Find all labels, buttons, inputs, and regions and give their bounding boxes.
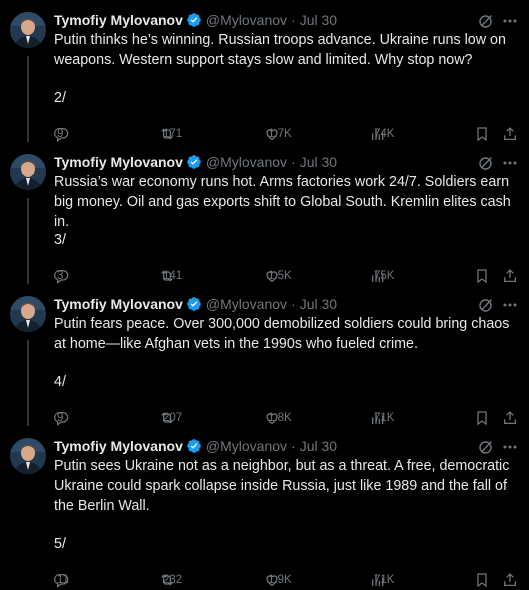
like-button[interactable]: 1.5K: [264, 266, 292, 286]
thread-number: 3/: [54, 232, 66, 248]
repost-icon: [159, 124, 175, 144]
repost-button[interactable]: 141: [159, 266, 182, 286]
separator-dot: ·: [291, 296, 296, 312]
thread-number: 5/: [54, 536, 66, 552]
grok-icon[interactable]: [478, 297, 494, 313]
bookmark-icon[interactable]: [474, 570, 490, 590]
reply-icon: [53, 570, 69, 590]
timestamp[interactable]: Jul 30: [300, 296, 337, 312]
views-icon: [370, 408, 386, 428]
tweet[interactable]: Tymofiy Mylovanov @Mylovanov · Jul 30 Pu…: [0, 426, 529, 588]
grok-icon[interactable]: [478, 13, 494, 29]
repost-icon: [159, 570, 175, 590]
repost-icon: [159, 408, 175, 428]
reply-icon: [53, 408, 69, 428]
tweet-text: Putin fears peace. Over 300,000 demobili…: [54, 316, 510, 352]
tweet[interactable]: Tymofiy Mylovanov @Mylovanov · Jul 30 Ru…: [0, 142, 529, 284]
views-icon: [370, 124, 386, 144]
author-name[interactable]: Tymofiy Mylovanov: [54, 12, 183, 28]
repost-button[interactable]: 232: [159, 570, 182, 590]
tweet-text: Russia’s war economy runs hot. Arms fact…: [54, 174, 511, 230]
verified-badge-icon: [186, 296, 202, 312]
reply-button[interactable]: 11: [53, 570, 69, 590]
author-name[interactable]: Tymofiy Mylovanov: [54, 296, 183, 312]
avatar[interactable]: [10, 154, 46, 190]
tweet-header: Tymofiy Mylovanov @Mylovanov · Jul 30: [54, 437, 337, 455]
tweet-header: Tymofiy Mylovanov @Mylovanov · Jul 30: [54, 11, 337, 29]
thread-number: 2/: [54, 90, 66, 106]
like-icon: [264, 570, 280, 590]
reply-icon: [53, 266, 69, 286]
tweet-text: Putin sees Ukraine not as a neighbor, bu…: [54, 458, 510, 514]
tweet-actions: 9 207 1.8K 71K: [0, 408, 529, 428]
views-button[interactable]: 74K: [370, 124, 394, 144]
share-icon[interactable]: [502, 266, 518, 286]
tweet[interactable]: Tymofiy Mylovanov @Mylovanov · Jul 30 Pu…: [0, 284, 529, 426]
timestamp[interactable]: Jul 30: [300, 154, 337, 170]
more-icon[interactable]: [500, 439, 520, 455]
verified-badge-icon: [186, 154, 202, 170]
views-icon: [370, 266, 386, 286]
avatar[interactable]: [10, 438, 46, 474]
reply-button[interactable]: 3: [53, 266, 69, 286]
timestamp[interactable]: Jul 30: [300, 438, 337, 454]
repost-button[interactable]: 171: [159, 124, 182, 144]
bookmark-icon[interactable]: [474, 124, 490, 144]
tweet[interactable]: Tymofiy Mylovanov @Mylovanov · Jul 30 Pu…: [0, 0, 529, 142]
like-button[interactable]: 1.9K: [264, 570, 292, 590]
more-icon[interactable]: [500, 13, 520, 29]
grok-icon[interactable]: [478, 155, 494, 171]
tweet-actions: 11 232 1.9K 71K: [0, 570, 529, 590]
avatar[interactable]: [10, 296, 46, 332]
separator-dot: ·: [291, 438, 296, 454]
like-button[interactable]: 1.8K: [264, 408, 292, 428]
like-button[interactable]: 1.7K: [264, 124, 292, 144]
views-button[interactable]: 75K: [370, 266, 394, 286]
reply-button[interactable]: 9: [53, 124, 69, 144]
share-icon[interactable]: [502, 570, 518, 590]
views-button[interactable]: 71K: [370, 408, 394, 428]
author-handle[interactable]: @Mylovanov: [206, 296, 287, 312]
author-handle[interactable]: @Mylovanov: [206, 12, 287, 28]
like-icon: [264, 408, 280, 428]
verified-badge-icon: [186, 12, 202, 28]
repost-icon: [159, 266, 175, 286]
more-icon[interactable]: [500, 155, 520, 171]
thread-number: 4/: [54, 374, 66, 390]
separator-dot: ·: [291, 12, 296, 28]
more-icon[interactable]: [500, 297, 520, 313]
timestamp[interactable]: Jul 30: [300, 12, 337, 28]
bookmark-icon[interactable]: [474, 408, 490, 428]
share-icon[interactable]: [502, 124, 518, 144]
author-name[interactable]: Tymofiy Mylovanov: [54, 154, 183, 170]
tweet-actions: 9 171 1.7K 74K: [0, 124, 529, 144]
views-icon: [370, 570, 386, 590]
avatar[interactable]: [10, 12, 46, 48]
author-handle[interactable]: @Mylovanov: [206, 438, 287, 454]
verified-badge-icon: [186, 438, 202, 454]
author-name[interactable]: Tymofiy Mylovanov: [54, 438, 183, 454]
reply-button[interactable]: 9: [53, 408, 69, 428]
reply-icon: [53, 124, 69, 144]
tweet-actions: 3 141 1.5K 75K: [0, 266, 529, 286]
separator-dot: ·: [291, 154, 296, 170]
tweet-header: Tymofiy Mylovanov @Mylovanov · Jul 30: [54, 153, 337, 171]
grok-icon[interactable]: [478, 439, 494, 455]
share-icon[interactable]: [502, 408, 518, 428]
like-icon: [264, 124, 280, 144]
tweet-text: Putin thinks he’s winning. Russian troop…: [54, 32, 506, 68]
tweet-header: Tymofiy Mylovanov @Mylovanov · Jul 30: [54, 295, 337, 313]
bookmark-icon[interactable]: [474, 266, 490, 286]
author-handle[interactable]: @Mylovanov: [206, 154, 287, 170]
repost-button[interactable]: 207: [159, 408, 182, 428]
views-button[interactable]: 71K: [370, 570, 394, 590]
like-icon: [264, 266, 280, 286]
